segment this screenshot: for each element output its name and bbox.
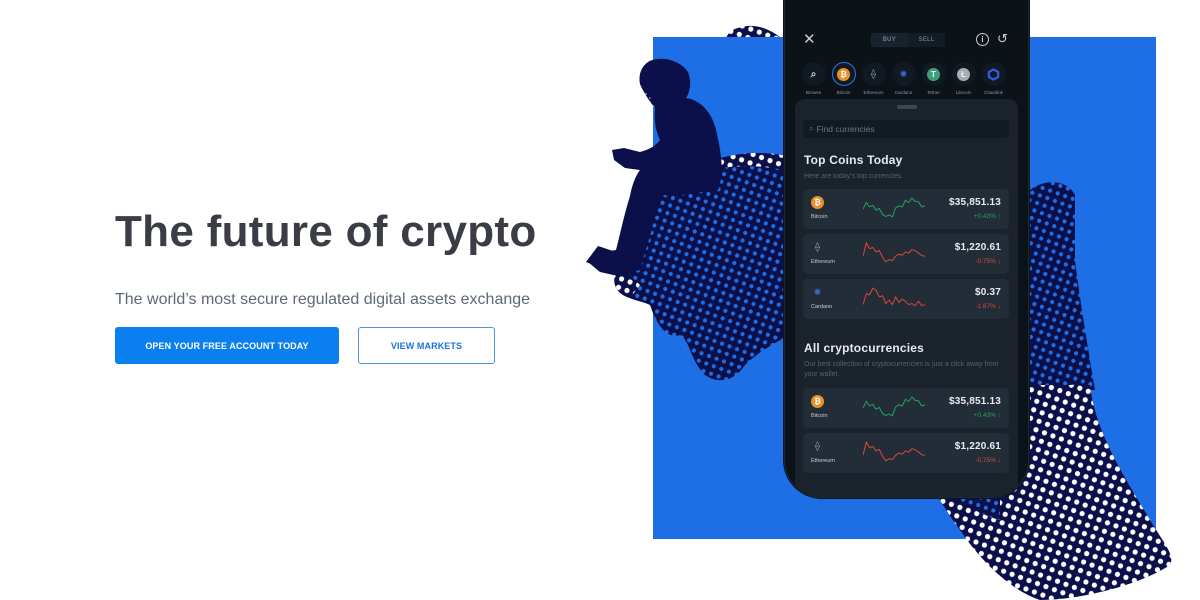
coin-tab-label: Litecoin [955,90,972,95]
history-icon[interactable]: ↺ [997,32,1008,46]
buy-sell-toggle: BUY SELL [871,33,945,47]
coin-tab-chainlink[interactable]: Chainlink [981,62,1006,95]
sparkline-line [863,440,925,462]
coin-tab-cardano[interactable]: ✺ Cardano [891,62,916,95]
coin-change-value: -0.75% [975,457,996,464]
coin-change: -0.75% ↓ [975,457,1001,464]
coin-name: Ethereum [811,458,835,464]
hero-section: The future of crypto The world’s most se… [115,205,575,364]
all-crypto-subtitle: Our best collection of cryptocurrencies … [804,361,999,378]
coin-icon: ₿ [811,196,824,209]
coin-icon: ₿ [811,395,824,408]
coin-change-value: -0.75% [975,258,996,265]
cardano-icon: ✺ [899,68,908,79]
hero-title: The future of crypto [115,207,537,256]
coin-tab-bitcoin[interactable]: ₿ Bitcoin [831,62,856,95]
sparkline-line [863,287,925,307]
coin-row-bitcoin[interactable]: ₿ Bitcoin $35,851.13 +0.43% ↑ [803,189,1009,229]
open-account-button[interactable]: OPEN YOUR FREE ACCOUNT TODAY [115,327,339,364]
currency-search: ⌕ [803,120,1009,138]
coin-row-ethereum[interactable]: ⟠ Ethereum $1,220.61 -0.75% ↓ [803,234,1009,274]
phone-mockup: ✕ BUY SELL i ↺ ⌕ Browse ₿ Bitcoin ⟠ Ethe… [784,0,1029,498]
view-markets-button[interactable]: VIEW MARKETS [358,327,495,364]
tether-icon: T [927,67,940,81]
coin-name: Ethereum [811,259,835,265]
search-icon: ⌕ [809,124,814,133]
coin-tab-litecoin[interactable]: Ł Litecoin [951,62,976,95]
info-icon[interactable]: i [976,33,989,46]
sparkline-chart [863,197,925,218]
sparkline-line [863,241,925,263]
arrow-down-icon: ↓ [995,457,1001,464]
cardano-icon: ✺ [813,287,822,297]
coin-tab-label: Browse [805,90,822,95]
coin-tab-ethereum[interactable]: ⟠ Ethereum [861,62,886,95]
coin-row-bitcoin[interactable]: ₿ Bitcoin $35,851.13 +0.43% ↑ [803,388,1009,428]
coin-name: Bitcoin [811,413,828,419]
arrow-down-icon: ↓ [995,258,1001,265]
top-coins-subtitle: Here are today's top currencies. [804,173,903,180]
close-icon[interactable]: ✕ [803,32,816,48]
arrow-down-icon: ↓ [995,303,1001,310]
sparkline-chart [863,440,925,462]
top-coins-title: Top Coins Today [804,153,903,167]
coin-icon: ✺ [811,286,824,299]
coin-change: +0.43% ↑ [974,213,1001,220]
sparkline-chart [863,241,925,263]
sparkline-chart [863,396,925,417]
search-icon: ⌕ [810,68,817,80]
arrow-up-icon: ↑ [995,213,1001,220]
coin-tabs: ⌕ Browse ₿ Bitcoin ⟠ Ethereum ✺ Cardano … [801,62,1006,95]
all-crypto-title: All cryptocurrencies [804,341,925,355]
coin-row-cardano[interactable]: ✺ Cardano $0.37 -1.87% ↓ [803,279,1009,319]
sparkline-chart [863,287,925,307]
halftone-hand-right [1030,182,1095,390]
coin-row-ethereum[interactable]: ⟠ Ethereum $1,220.61 -0.75% ↓ [803,433,1009,473]
coin-tab-label: Chainlink [984,90,1003,95]
sparkline-line [863,197,925,218]
coin-price: $35,851.13 [948,197,1001,208]
coin-price: $0.37 [974,287,1001,298]
litecoin-icon: Ł [957,67,970,81]
arrow-up-icon: ↑ [995,412,1001,419]
coin-tab-label: Cardano [894,90,913,95]
coin-tab-tether[interactable]: T Tether [921,62,946,95]
currency-sheet: ⌕ Top Coins Today Here are today's top c… [795,99,1018,497]
chainlink-icon [987,67,1000,81]
coin-price: $35,851.13 [948,396,1001,407]
coin-tab-label: Tether [927,90,940,95]
tab-sell[interactable]: SELL [908,33,945,47]
ethereum-icon: ⟠ [815,441,820,452]
currency-search-input[interactable] [816,124,997,134]
sheet-grabber[interactable] [897,105,917,109]
ethereum-icon: ⟠ [871,68,876,80]
bitcoin-icon: ₿ [811,395,824,408]
coin-name: Cardano [811,304,833,310]
coin-change-value: -1.87% [975,303,996,310]
coin-icon: ⟠ [811,440,824,453]
coin-name: Bitcoin [811,214,828,220]
ethereum-icon: ⟠ [815,242,820,253]
phone-header: ✕ BUY SELL i ↺ ⌕ Browse ₿ Bitcoin ⟠ Ethe… [785,1,1028,101]
coin-change: +0.43% ↑ [974,412,1001,419]
coin-change-value: +0.43% [973,213,996,220]
hero-subtitle: The world’s most secure regulated digita… [115,291,531,308]
coin-tab-label: Ethereum [863,90,884,95]
person-silhouette [586,58,722,277]
sparkline-line [863,396,925,417]
bitcoin-icon: ₿ [811,196,824,209]
coin-change: -0.75% ↓ [975,258,1001,265]
coin-icon: ⟠ [811,241,824,254]
coin-tab-browse[interactable]: ⌕ Browse [801,62,826,95]
bitcoin-icon: ₿ [837,67,850,81]
coin-change: -1.87% ↓ [975,303,1001,310]
coin-price: $1,220.61 [954,242,1001,253]
coin-change-value: +0.43% [973,412,996,419]
coin-price: $1,220.61 [954,441,1001,452]
coin-tab-label: Bitcoin [836,90,851,95]
hero-buttons: OPEN YOUR FREE ACCOUNT TODAY VIEW MARKET… [115,327,495,364]
tab-buy[interactable]: BUY [871,33,908,47]
halftone-hand-left [617,166,800,381]
